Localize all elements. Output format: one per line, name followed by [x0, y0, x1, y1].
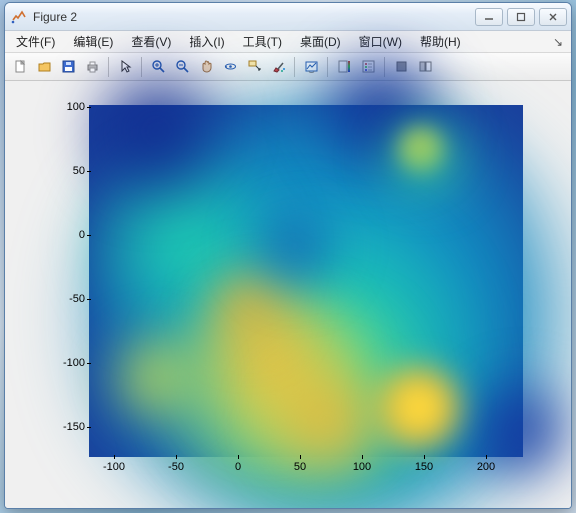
y-tick: 0	[35, 229, 85, 241]
matlab-figure-icon	[11, 9, 27, 25]
x-tick: 150	[404, 461, 444, 473]
menu-overflow-icon[interactable]: ↘	[547, 33, 569, 51]
minimize-button[interactable]	[475, 8, 503, 26]
window-title: Figure 2	[33, 10, 475, 24]
figure-window: Figure 2 文件(F) 编辑(E) 查看(V) 插入(I) 工具(T) 桌…	[4, 2, 572, 509]
menu-file[interactable]: 文件(F)	[7, 31, 64, 52]
y-tick: -50	[35, 293, 85, 305]
open-folder-icon[interactable]	[33, 56, 55, 78]
y-tick: 50	[35, 165, 85, 177]
menubar: 文件(F) 编辑(E) 查看(V) 插入(I) 工具(T) 桌面(D) 窗口(W…	[5, 31, 571, 53]
menu-edit[interactable]: 编辑(E)	[64, 31, 122, 52]
x-tick: 0	[218, 461, 258, 473]
y-tick: 100	[35, 101, 85, 113]
x-tick: 100	[342, 461, 382, 473]
maximize-button[interactable]	[507, 8, 535, 26]
data-cursor-icon[interactable]	[243, 56, 265, 78]
titlebar[interactable]: Figure 2	[5, 3, 571, 31]
y-tick: -150	[35, 421, 85, 433]
x-tick: -50	[156, 461, 196, 473]
x-tick: 50	[280, 461, 320, 473]
menu-insert[interactable]: 插入(I)	[180, 31, 233, 52]
y-tick: -100	[35, 357, 85, 369]
x-tick: 200	[466, 461, 506, 473]
axes[interactable]	[89, 105, 523, 457]
menu-view[interactable]: 查看(V)	[122, 31, 180, 52]
menu-tools[interactable]: 工具(T)	[234, 31, 291, 52]
close-button[interactable]	[539, 8, 567, 26]
window-controls	[475, 8, 567, 26]
heatmap-surface	[89, 105, 523, 457]
x-tick: -100	[94, 461, 134, 473]
new-file-icon[interactable]	[9, 56, 31, 78]
figure-content: 100 50 0 -50 -100 -150 -100 -50 0 50 100…	[5, 81, 571, 508]
